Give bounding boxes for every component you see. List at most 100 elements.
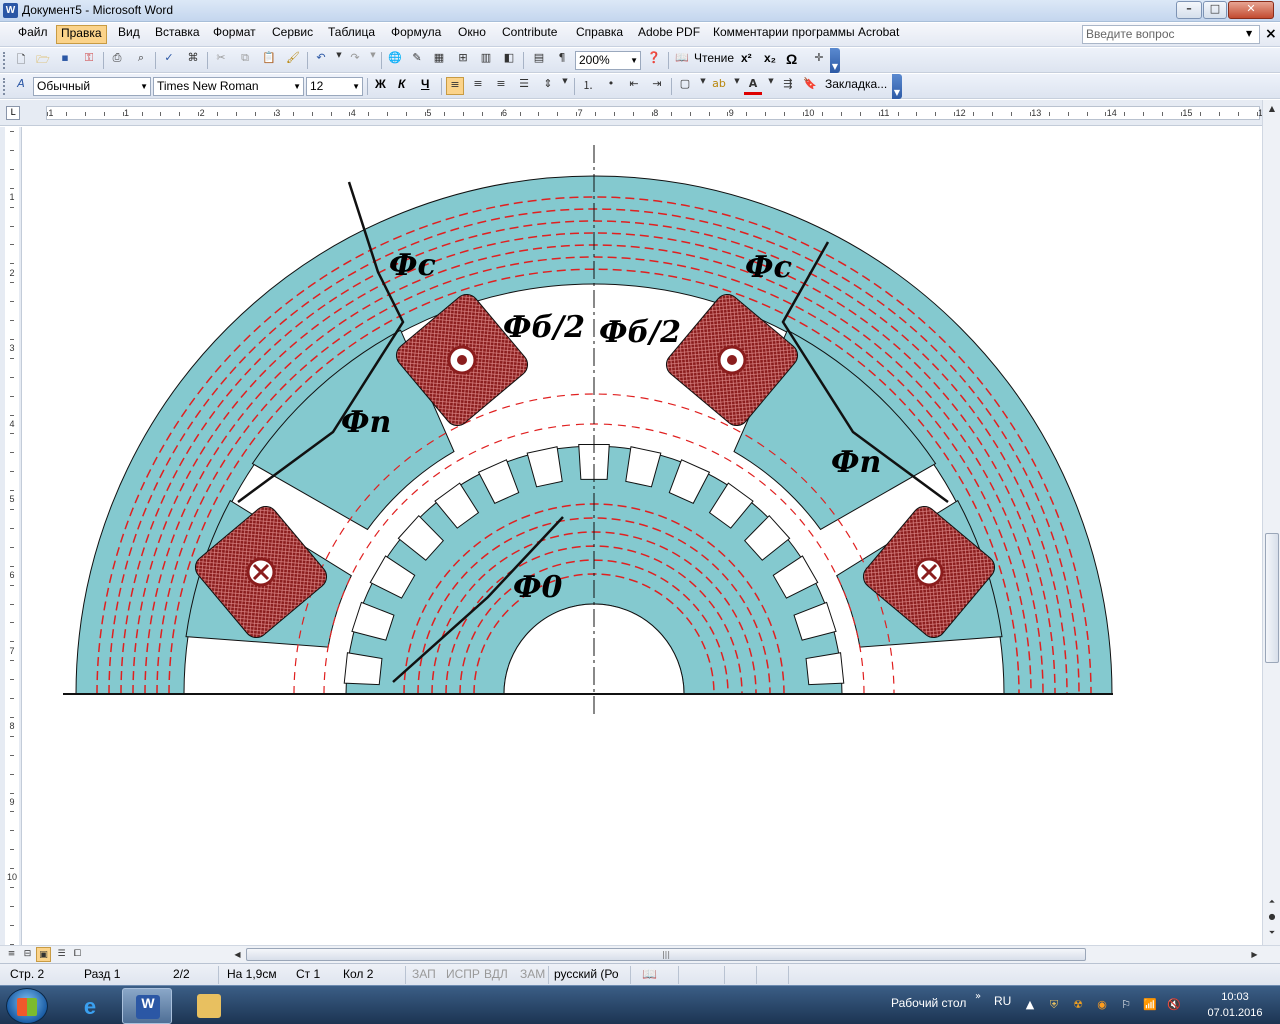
ask-question-input[interactable]: Введите вопрос [1082, 25, 1260, 44]
browse-object-icon[interactable]: ● [1265, 910, 1279, 924]
read-icon[interactable]: 📖 [673, 51, 691, 69]
vertical-ruler[interactable]: 1 2 3 4 5 6 7 8 9 10 [0, 127, 22, 945]
align-right-icon[interactable]: ≡ [492, 77, 510, 95]
open-folder-icon[interactable]: 🗁 [34, 51, 52, 69]
scroll-right-icon[interactable]: ▶ [1247, 947, 1262, 962]
line-spacing-icon[interactable]: ⇕ [539, 77, 557, 95]
horizontal-scrollbar[interactable]: ≡ ⊟ ▣ ☰ ⧠ ◀ ||| ▶ [0, 945, 1280, 963]
menu-item-1[interactable]: Правка [56, 25, 107, 44]
borders-icon[interactable]: ▢ [676, 77, 694, 95]
redo-icon[interactable]: ↷ [346, 51, 364, 69]
symbol-button[interactable]: Ω [786, 51, 797, 69]
subscript-button[interactable]: x₂ [764, 51, 776, 69]
document-map-icon[interactable]: ▤ [530, 51, 548, 69]
menu-item-4[interactable]: Формат [209, 25, 260, 44]
close-document-button[interactable]: × [1265, 26, 1277, 42]
normal-view-icon[interactable]: ≡ [4, 947, 19, 962]
font-size-dropdown-icon[interactable]: ▼ [352, 78, 360, 95]
minimize-button[interactable]: – [1176, 1, 1202, 19]
taskbar-explorer[interactable] [184, 988, 234, 1024]
word-app-icon[interactable]: W [3, 3, 18, 18]
tray-volume-icon[interactable]: 🔇 [1166, 997, 1182, 1013]
maximize-button[interactable]: □ [1203, 1, 1227, 19]
previous-page-icon[interactable]: ⏶ [1265, 895, 1279, 909]
insert-table-icon[interactable]: ▦ [430, 51, 448, 69]
font-dropdown-icon[interactable]: ▼ [293, 78, 301, 95]
clock[interactable]: 10:03 07.01.2016 [1196, 989, 1274, 1021]
toolbar-grip[interactable] [3, 52, 6, 69]
justify-icon[interactable]: ☰ [515, 77, 533, 95]
status-language[interactable]: русский (Ро [554, 967, 619, 983]
decrease-indent-icon[interactable]: ⇤ [625, 77, 643, 95]
vertical-scrollbar[interactable]: ▲ ⏶ ● ⏷ [1262, 100, 1280, 945]
redo-dropdown-icon[interactable]: ▼ [364, 51, 382, 69]
next-page-icon[interactable]: ⏷ [1265, 926, 1279, 940]
desktop-toolbar-expand-icon[interactable]: » [975, 991, 981, 1002]
line-spacing-dropdown-icon[interactable]: ▼ [556, 77, 574, 95]
permission-icon[interactable]: ⚿ [80, 51, 98, 69]
align-center-icon[interactable]: ≡ [469, 77, 487, 95]
tab-selector[interactable]: L [6, 106, 20, 120]
style-dropdown-icon[interactable]: ▼ [140, 78, 148, 95]
columns-icon[interactable]: ▥ [477, 51, 495, 69]
menu-item-2[interactable]: Вид [114, 25, 144, 44]
status-track-changes[interactable]: ИСПР [446, 967, 480, 983]
font-combo[interactable]: Times New Roman ▼ [153, 77, 304, 96]
insert-excel-icon[interactable]: ⊞ [454, 51, 472, 69]
taskbar-ie[interactable]: e [65, 988, 115, 1024]
menu-item-12[interactable]: Комментарии программы Acrobat [709, 25, 903, 44]
paste-icon[interactable]: 📋 [260, 51, 278, 69]
taskbar-word[interactable]: W [122, 988, 172, 1024]
font-color-icon[interactable]: A [744, 77, 762, 95]
close-button[interactable]: ✕ [1228, 1, 1274, 19]
scroll-up-icon[interactable]: ▲ [1265, 102, 1279, 116]
copy-icon[interactable]: ⧉ [236, 51, 254, 69]
scroll-left-icon[interactable]: ◀ [230, 947, 245, 962]
help-icon[interactable]: ❓ [645, 51, 663, 69]
increase-indent-icon[interactable]: ⇥ [648, 77, 666, 95]
toolbar-options-icon[interactable]: ▼ [830, 48, 840, 73]
tray-flag-icon[interactable]: ⚐ [1118, 997, 1134, 1013]
style-combo[interactable]: Обычный ▼ [33, 77, 151, 96]
menu-item-7[interactable]: Формула [387, 25, 445, 44]
font-size-combo[interactable]: 12 ▼ [306, 77, 363, 96]
start-button[interactable] [6, 988, 48, 1024]
status-extend[interactable]: ВДЛ [484, 967, 508, 983]
menu-item-8[interactable]: Окно [454, 25, 490, 44]
menu-item-11[interactable]: Adobe PDF [634, 25, 704, 44]
cut-icon[interactable]: ✂ [212, 51, 230, 69]
save-icon[interactable]: ▪ [56, 51, 74, 69]
tray-shield-icon[interactable]: ⛨ [1046, 997, 1062, 1013]
spelling-status-icon[interactable]: 📖 [642, 967, 657, 983]
reading-view-icon[interactable]: ⧠ [70, 947, 85, 962]
bookmark-button[interactable]: Закладка... [825, 77, 887, 95]
zoom-combo[interactable]: 200% ▼ [575, 51, 641, 70]
menu-item-9[interactable]: Contribute [498, 25, 561, 44]
styles-icon[interactable]: A [12, 77, 30, 95]
status-record-macro[interactable]: ЗАП [412, 967, 436, 983]
new-document-icon[interactable]: 🗋 [12, 51, 30, 69]
ask-question-dropdown-icon[interactable]: ▼ [1246, 29, 1252, 38]
menu-item-6[interactable]: Таблица [324, 25, 379, 44]
outline-view-icon[interactable]: ☰ [54, 947, 69, 962]
vertical-scroll-thumb[interactable] [1265, 533, 1279, 663]
horizontal-ruler[interactable]: L 112345678910111213141516 [0, 100, 1280, 126]
font-color-dropdown-icon[interactable]: ▼ [762, 77, 780, 95]
toolbar-options-icon[interactable]: ▼ [892, 74, 902, 99]
horizontal-scroll-thumb[interactable]: ||| [246, 948, 1086, 961]
undo-icon[interactable]: ↶ [312, 51, 330, 69]
menu-item-0[interactable]: Файл [14, 25, 52, 44]
spelling-icon[interactable]: ✓ [160, 51, 178, 69]
tray-network-icon[interactable]: 📶 [1142, 997, 1158, 1013]
language-indicator[interactable]: RU [994, 994, 1011, 1008]
menu-item-10[interactable]: Справка [572, 25, 627, 44]
status-overtype[interactable]: ЗАМ [520, 967, 545, 983]
menu-item-3[interactable]: Вставка [151, 25, 204, 44]
italic-button[interactable]: К [398, 77, 405, 95]
document-page[interactable]: Фc Фc Фб/2 Фб/2 Фп Фп Ф0 [23, 127, 1262, 945]
highlight-icon[interactable]: ab [710, 77, 728, 95]
superscript-button[interactable]: x² [741, 51, 752, 69]
align-left-icon[interactable]: ≡ [446, 77, 464, 95]
menu-item-5[interactable]: Сервис [268, 25, 317, 44]
desktop-toolbar-label[interactable]: Рабочий стол [891, 996, 966, 1010]
